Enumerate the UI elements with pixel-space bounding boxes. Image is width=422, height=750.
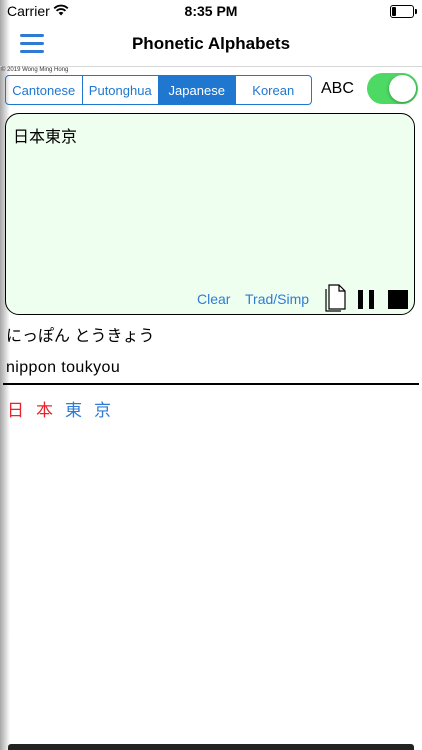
romaji-reading: nippon toukyou xyxy=(6,359,121,376)
character-3[interactable]: 東 xyxy=(65,396,82,421)
kana-reading: にっぽん とうきょう xyxy=(6,328,155,345)
character-1[interactable]: 日 xyxy=(7,396,24,421)
segment-cantonese[interactable]: Cantonese xyxy=(6,76,83,104)
pause-icon[interactable] xyxy=(358,290,374,309)
copyright-text: © 2019 Wong Ming Hong xyxy=(1,67,69,73)
segment-japanese[interactable]: Japanese xyxy=(159,76,236,104)
segment-korean[interactable]: Korean xyxy=(236,76,312,104)
input-text: 日本東京 xyxy=(13,129,78,146)
abc-toggle-switch[interactable] xyxy=(367,73,418,104)
abc-toggle-label: ABC xyxy=(321,80,354,97)
toggle-knob xyxy=(389,75,416,102)
trad-simp-button[interactable]: Trad/Simp xyxy=(245,291,309,307)
status-bar: Carrier 8:35 PM xyxy=(0,0,422,22)
input-text-area[interactable]: 日本東京 Clear Trad/Simp xyxy=(5,113,415,315)
bottom-edge-bar xyxy=(8,744,414,750)
navigation-bar: Phonetic Alphabets xyxy=(0,22,422,67)
segment-putonghua[interactable]: Putonghua xyxy=(83,76,159,104)
character-2[interactable]: 本 xyxy=(36,396,53,421)
document-copy-icon[interactable] xyxy=(324,284,348,312)
character-4[interactable]: 京 xyxy=(94,396,111,421)
status-time: 8:35 PM xyxy=(184,3,238,19)
divider xyxy=(3,383,419,385)
character-breakdown: 日 本 東 京 xyxy=(7,396,123,421)
battery-icon xyxy=(390,5,417,18)
stop-icon[interactable] xyxy=(388,290,408,309)
language-segmented-control: Cantonese Putonghua Japanese Korean xyxy=(5,75,312,105)
page-title: Phonetic Alphabets xyxy=(131,34,291,53)
clear-button[interactable]: Clear xyxy=(197,291,230,307)
